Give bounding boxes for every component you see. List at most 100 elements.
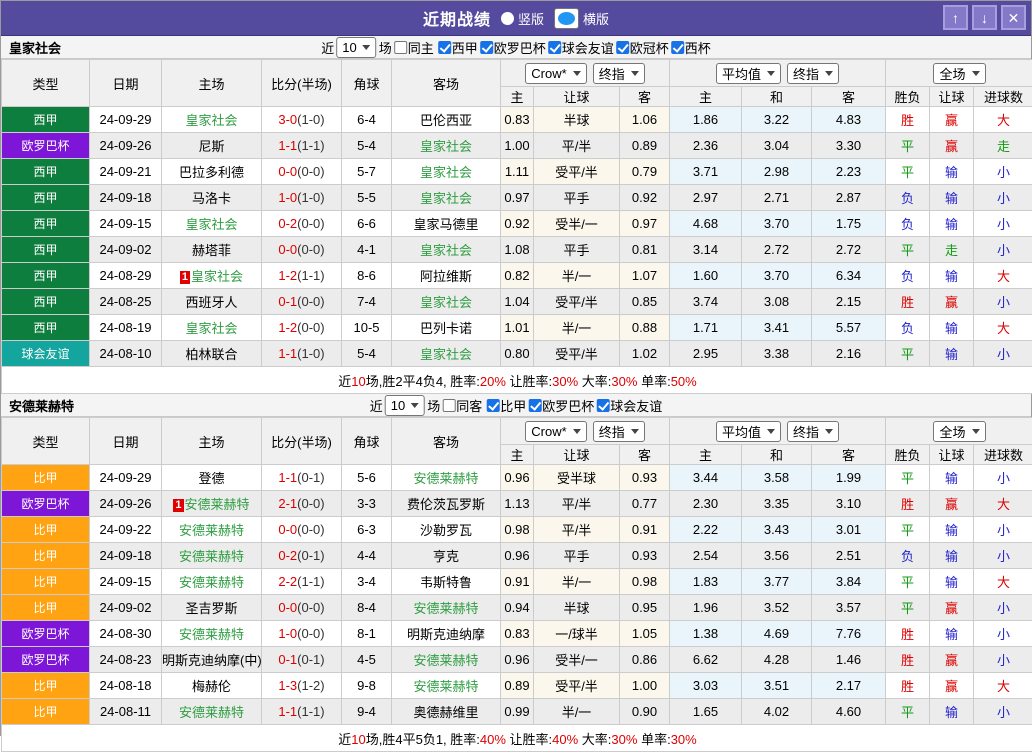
close-button[interactable]: ✕	[1001, 5, 1026, 30]
subcol-away-odds: 客	[620, 445, 670, 465]
col-header-score: 比分(半场)	[262, 418, 342, 465]
checkbox-icon[interactable]	[596, 399, 609, 412]
home-odds: 1.13	[501, 491, 534, 517]
away-odds: 0.95	[620, 595, 670, 621]
score: 0-2(0-1)	[262, 543, 342, 569]
average-select[interactable]: 平均值	[716, 421, 781, 442]
radio-icon[interactable]	[501, 12, 514, 25]
near-count-select[interactable]: 10	[336, 37, 376, 58]
home-team: 安德莱赫特	[162, 517, 262, 543]
avg-away-odds: 3.10	[812, 491, 886, 517]
score: 2-1(0-0)	[262, 491, 342, 517]
summary-line: 近10场,胜2平4负4, 胜率:20% 让胜率:30% 大率:30% 单率:50…	[2, 367, 1032, 394]
league-filter[interactable]: 西杯	[671, 38, 711, 57]
checkbox-icon[interactable]	[671, 41, 684, 54]
league-filter[interactable]: 欧冠杯	[616, 38, 669, 57]
table-row: 西甲 24-09-21 巴拉多利德 0-0(0-0) 5-7 皇家社会 1.11…	[2, 159, 1032, 185]
away-odds: 1.07	[620, 263, 670, 289]
checkbox-icon[interactable]	[548, 41, 561, 54]
col-header-type: 类型	[2, 60, 90, 107]
average-select[interactable]: 平均值	[716, 63, 781, 84]
away-odds: 0.91	[620, 517, 670, 543]
corners: 9-4	[342, 699, 392, 725]
same-venue-filter[interactable]: 同客	[442, 396, 482, 415]
scope-select[interactable]: 全场	[933, 421, 985, 442]
home-odds: 0.91	[501, 569, 534, 595]
corners: 10-5	[342, 315, 392, 341]
odds-time-select[interactable]: 终指	[593, 421, 645, 442]
table-row: 欧罗巴杯 24-08-30 安德莱赫特 1-0(0-0) 8-1 明斯克迪纳摩 …	[2, 621, 1032, 647]
subcol-avg-draw: 和	[742, 445, 812, 465]
home-team: 登德	[162, 465, 262, 491]
checkbox-icon[interactable]	[394, 41, 407, 54]
result-goals: 小	[974, 699, 1032, 725]
move-down-button[interactable]: ↓	[972, 5, 997, 30]
score: 2-2(1-1)	[262, 569, 342, 595]
league-badge: 西甲	[2, 211, 90, 237]
games-label: 场	[379, 38, 392, 57]
avg-draw-odds: 3.52	[742, 595, 812, 621]
result-handicap: 输	[930, 211, 974, 237]
layout-radio-horizontal[interactable]: 横版	[554, 8, 609, 29]
league-filter[interactable]: 欧罗巴杯	[528, 396, 594, 415]
league-filter[interactable]: 比甲	[486, 396, 526, 415]
subcol-home-odds: 主	[501, 87, 534, 107]
league-badge: 比甲	[2, 699, 90, 725]
table-row: 比甲 24-09-18 安德莱赫特 0-2(0-1) 4-4 亨克 0.96 平…	[2, 543, 1032, 569]
red-card-badge: 1	[180, 271, 190, 284]
result-wdl: 平	[886, 465, 930, 491]
home-odds: 0.82	[501, 263, 534, 289]
league-filter[interactable]: 欧罗巴杯	[480, 38, 546, 57]
home-team: 安德莱赫特	[162, 543, 262, 569]
odds-company-select[interactable]: Crow*	[525, 63, 586, 84]
result-handicap: 输	[930, 517, 974, 543]
near-count-select[interactable]: 10	[385, 395, 425, 416]
league-badge: 西甲	[2, 107, 90, 133]
same-venue-filter[interactable]: 同主	[394, 38, 434, 57]
table-row: 西甲 24-08-29 1皇家社会 1-2(1-1) 8-6 阿拉维斯 0.82…	[2, 263, 1032, 289]
odds-time-select[interactable]: 终指	[593, 63, 645, 84]
away-team: 安德莱赫特	[392, 673, 501, 699]
avg-home-odds: 2.22	[670, 517, 742, 543]
chevron-down-icon	[972, 71, 980, 76]
result-wdl: 平	[886, 699, 930, 725]
handicap-line: 平/半	[534, 491, 620, 517]
avg-draw-odds: 3.70	[742, 211, 812, 237]
table-row: 西甲 24-09-15 皇家社会 0-2(0-0) 6-6 皇家马德里 0.92…	[2, 211, 1032, 237]
avg-draw-odds: 3.56	[742, 543, 812, 569]
league-filter[interactable]: 西甲	[438, 38, 478, 57]
result-handicap: 赢	[930, 289, 974, 315]
league-filter[interactable]: 球会友谊	[596, 396, 662, 415]
home-team: 西班牙人	[162, 289, 262, 315]
subcol-result-handicap: 让球	[930, 87, 974, 107]
layout-radio-vertical[interactable]: 竖版	[501, 9, 544, 28]
scope-select[interactable]: 全场	[933, 63, 985, 84]
average-time-select[interactable]: 终指	[787, 63, 839, 84]
radio-icon[interactable]	[554, 8, 579, 29]
col-header-home: 主场	[162, 60, 262, 107]
col-header-corners: 角球	[342, 60, 392, 107]
score: 0-1(0-1)	[262, 647, 342, 673]
home-team: 1安德莱赫特	[162, 491, 262, 517]
away-team: 安德莱赫特	[392, 595, 501, 621]
odds-company-select[interactable]: Crow*	[525, 421, 586, 442]
move-up-button[interactable]: ↑	[943, 5, 968, 30]
checkbox-icon[interactable]	[480, 41, 493, 54]
corners: 8-1	[342, 621, 392, 647]
checkbox-icon[interactable]	[442, 399, 455, 412]
checkbox-icon[interactable]	[438, 41, 451, 54]
avg-home-odds: 3.14	[670, 237, 742, 263]
away-team: 皇家马德里	[392, 211, 501, 237]
chevron-down-icon	[631, 429, 639, 434]
checkbox-icon[interactable]	[616, 41, 629, 54]
league-filter[interactable]: 球会友谊	[548, 38, 614, 57]
home-odds: 0.92	[501, 211, 534, 237]
handicap-line: 一/球半	[534, 621, 620, 647]
league-badge: 欧罗巴杯	[2, 491, 90, 517]
checkbox-icon[interactable]	[486, 399, 499, 412]
avg-home-odds: 1.38	[670, 621, 742, 647]
checkbox-icon[interactable]	[528, 399, 541, 412]
home-odds: 0.96	[501, 465, 534, 491]
average-time-select[interactable]: 终指	[787, 421, 839, 442]
score: 0-0(0-0)	[262, 517, 342, 543]
